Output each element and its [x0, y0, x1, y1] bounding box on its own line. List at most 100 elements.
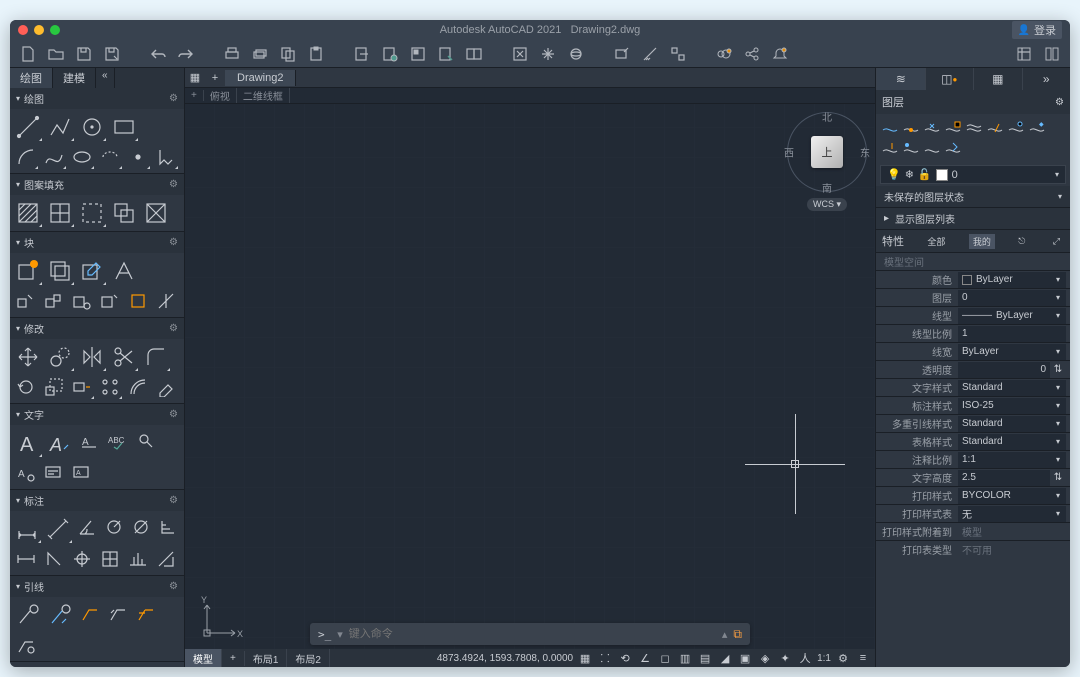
customize-status-icon[interactable]: ≡ — [855, 650, 871, 666]
leader-tool-2-icon[interactable] — [106, 601, 130, 625]
layout-add-icon[interactable]: + — [222, 651, 245, 666]
lwt-toggle-icon[interactable]: ▤ — [697, 650, 713, 666]
props-expand-icon[interactable]: ⤢ — [1049, 235, 1064, 248]
circle-tool-icon[interactable] — [78, 113, 106, 141]
layer-filter-icon[interactable] — [882, 120, 898, 136]
array-tool-icon[interactable] — [98, 375, 122, 399]
dim-radius-icon[interactable] — [103, 515, 126, 539]
fillet-tool-icon[interactable] — [142, 343, 170, 371]
line-tool-icon[interactable] — [14, 113, 42, 141]
selection-cycling-icon[interactable]: ▣ — [737, 650, 753, 666]
rotate-tool-icon[interactable] — [14, 375, 38, 399]
dim-tool-3-icon[interactable] — [70, 547, 94, 571]
minimize-window-button[interactable] — [34, 25, 44, 35]
text-tool-3-icon[interactable] — [42, 461, 66, 485]
snap-toggle-icon[interactable]: ⸬ — [597, 650, 613, 666]
mleader-tool-icon[interactable] — [14, 601, 42, 629]
wcs-dropdown[interactable]: WCS ▾ — [807, 198, 847, 211]
layout-icon[interactable] — [408, 44, 428, 64]
current-layer-dropdown[interactable]: 💡❄🔓 0▾ — [880, 165, 1066, 184]
gradient-tool-icon[interactable] — [46, 199, 74, 227]
dim-angular-icon[interactable] — [76, 515, 99, 539]
layer-on-icon[interactable] — [903, 120, 919, 136]
prop-transparency[interactable]: 透明度0⇅ — [876, 360, 1070, 378]
command-line[interactable]: >_▾ ▴⧉ — [310, 623, 750, 645]
copy-tool-icon[interactable] — [46, 343, 74, 371]
spline-tool-icon[interactable] — [42, 145, 66, 169]
dyn-input-icon[interactable]: ✦ — [777, 650, 793, 666]
notify-icon[interactable] — [770, 44, 790, 64]
wipeout-tool-icon[interactable] — [142, 199, 170, 227]
cloud-icon[interactable] — [714, 44, 734, 64]
anno-scale-icon[interactable]: 人 — [797, 650, 813, 666]
offset-tool-icon[interactable] — [126, 375, 150, 399]
boundary-tool-icon[interactable] — [78, 199, 106, 227]
rtab-expand-icon[interactable]: » — [1022, 68, 1071, 90]
block-tool-2-icon[interactable] — [42, 289, 66, 313]
point-tool-icon[interactable] — [126, 145, 150, 169]
trim-tool-icon[interactable] — [110, 343, 138, 371]
new-file-icon[interactable] — [18, 44, 38, 64]
workspace-icon[interactable]: ⚙ — [835, 650, 851, 666]
section-leader-header[interactable]: ▾引线⚙ — [10, 576, 184, 597]
block-attribute-icon[interactable] — [110, 257, 138, 285]
section-modify-header[interactable]: ▾修改⚙ — [10, 318, 184, 339]
block-tool-4-icon[interactable] — [98, 289, 122, 313]
view-cube[interactable]: 北 南 东 西 上 WCS ▾ — [787, 112, 867, 212]
prop-dimstyle[interactable]: 标注样式ISO-25▾ — [876, 396, 1070, 414]
layer-tool-7-icon[interactable] — [1008, 120, 1024, 136]
layer-lock-icon[interactable] — [945, 120, 961, 136]
layer-freeze-icon[interactable] — [924, 120, 940, 136]
rtab-sheets-icon[interactable]: ▦ — [973, 68, 1022, 90]
leader-tool-1-icon[interactable] — [78, 601, 102, 625]
plot-icon[interactable] — [222, 44, 242, 64]
layout-tab-1[interactable]: 布局1 — [245, 649, 288, 668]
layer-tool-8-icon[interactable]: ◆ — [1029, 120, 1045, 136]
dim-tool-6-icon[interactable] — [154, 547, 178, 571]
viewport[interactable]: 北 南 东 西 上 WCS ▾ XY >_▾ ▴⧉ — [185, 104, 875, 667]
text-tool-4-icon[interactable]: A — [70, 461, 94, 485]
edit-block-icon[interactable] — [78, 257, 106, 285]
text-tool-1-icon[interactable]: A — [78, 429, 102, 453]
rtab-blocks-icon[interactable]: ◫● — [925, 68, 974, 90]
batch-plot-icon[interactable] — [250, 44, 270, 64]
3dosnap-icon[interactable]: ◈ — [757, 650, 773, 666]
dwg-compare-icon[interactable] — [464, 44, 484, 64]
text-style-icon[interactable]: A — [46, 429, 74, 457]
arc-tool-icon[interactable] — [14, 145, 38, 169]
undo-icon[interactable] — [148, 44, 168, 64]
layout-tab-2[interactable]: 布局2 — [287, 649, 330, 668]
leader-tool-4-icon[interactable] — [14, 633, 38, 657]
dim-tool-4-icon[interactable] — [98, 547, 122, 571]
dim-linear-icon[interactable] — [14, 515, 41, 543]
hatch-tool-icon[interactable] — [14, 199, 42, 227]
viewcube-top-face[interactable]: 上 — [811, 136, 843, 168]
tab-collapse[interactable]: « — [96, 68, 115, 88]
text-tool-2-icon[interactable]: A — [14, 461, 38, 485]
view-controls[interactable]: +俯视二维线框 — [185, 88, 875, 104]
command-expand-icon[interactable]: ⧉ — [733, 627, 742, 642]
prop-textheight[interactable]: 文字高度2.5⇅ — [876, 468, 1070, 486]
ellipse-tool-icon[interactable] — [70, 145, 94, 169]
prop-layer[interactable]: 图层0▾ — [876, 288, 1070, 306]
save-icon[interactable] — [74, 44, 94, 64]
block-tool-1-icon[interactable] — [14, 289, 38, 313]
ortho-toggle-icon[interactable]: ⟲ — [617, 650, 633, 666]
osnap-toggle-icon[interactable]: ◻ — [657, 650, 673, 666]
scale-display[interactable]: 1:1 — [817, 653, 831, 664]
move-tool-icon[interactable] — [14, 343, 42, 371]
layout-tab-model[interactable]: 模型 — [185, 649, 222, 668]
prop-mleaderstyle[interactable]: 多重引线样式Standard▾ — [876, 414, 1070, 432]
close-window-button[interactable] — [18, 25, 28, 35]
open-file-icon[interactable] — [46, 44, 66, 64]
rtab-layers-icon[interactable]: ≋ — [876, 68, 925, 90]
section-draw-header[interactable]: ▾绘图⚙ — [10, 88, 184, 109]
redo-icon[interactable] — [176, 44, 196, 64]
measure-icon[interactable] — [640, 44, 660, 64]
prop-annoscale[interactable]: 注释比例1:1▾ — [876, 450, 1070, 468]
block-tool-5-icon[interactable] — [126, 289, 150, 313]
dim-aligned-icon[interactable] — [45, 515, 72, 543]
copy-icon[interactable] — [278, 44, 298, 64]
app-home-icon[interactable]: ▦ — [185, 68, 205, 88]
toolset-icon[interactable] — [1014, 44, 1034, 64]
